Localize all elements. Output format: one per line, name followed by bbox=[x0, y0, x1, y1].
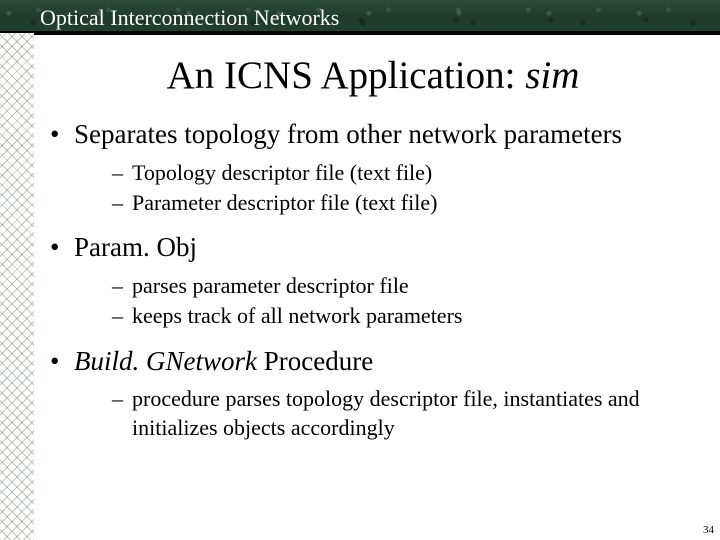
sidebar-hatch bbox=[0, 33, 34, 540]
slide-title: An ICNS Application: sim bbox=[40, 53, 706, 98]
sub-3a: procedure parses topology descriptor fil… bbox=[74, 385, 706, 441]
title-prefix: An ICNS Application: bbox=[167, 54, 526, 97]
page-number: 34 bbox=[703, 524, 714, 536]
sublist-1: Topology descriptor file (text file) Par… bbox=[74, 159, 706, 217]
sub-2a: parses parameter descriptor file bbox=[74, 272, 706, 300]
sub-2b: keeps track of all network parameters bbox=[74, 302, 706, 330]
bullet-3-rest: Procedure bbox=[257, 346, 373, 376]
title-italic: sim bbox=[525, 54, 579, 97]
content-area: An ICNS Application: sim Separates topol… bbox=[34, 35, 720, 540]
bullet-1-text: Separates topology from other network pa… bbox=[74, 119, 622, 149]
sublist-2: parses parameter descriptor file keeps t… bbox=[74, 272, 706, 330]
bullet-1: Separates topology from other network pa… bbox=[40, 118, 706, 217]
bullet-list: Separates topology from other network pa… bbox=[40, 118, 706, 442]
bullet-3: Build. GNetwork Procedure procedure pars… bbox=[40, 345, 706, 442]
slide: Optical Interconnection Networks An ICNS… bbox=[0, 0, 720, 540]
header-title: Optical Interconnection Networks bbox=[0, 0, 720, 31]
bullet-2-text: Param. Obj bbox=[74, 232, 197, 262]
sub-1a: Topology descriptor file (text file) bbox=[74, 159, 706, 187]
bullet-2: Param. Obj parses parameter descriptor f… bbox=[40, 231, 706, 330]
sub-1b: Parameter descriptor file (text file) bbox=[74, 189, 706, 217]
header-bar: Optical Interconnection Networks bbox=[0, 0, 720, 33]
sublist-3: procedure parses topology descriptor fil… bbox=[74, 385, 706, 441]
bullet-3-italic: Build. GNetwork bbox=[74, 346, 257, 376]
